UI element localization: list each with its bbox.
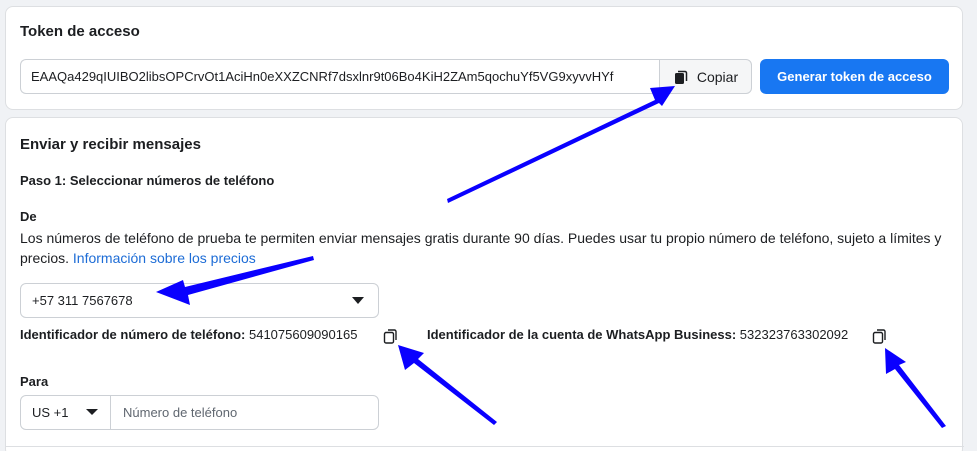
phone-id-value: 541075609090165 (248, 327, 358, 342)
copy-icon (674, 70, 688, 84)
section-divider (6, 446, 964, 447)
phone-id-label: Identificador de número de teléfono: (20, 327, 246, 342)
to-phone-input[interactable] (112, 396, 378, 429)
whatsapp-business-account-id: Identificador de la cuenta de WhatsApp B… (427, 327, 848, 342)
chevron-down-icon (352, 297, 364, 304)
to-phone-group: US +1 (20, 395, 379, 430)
copy-icon[interactable] (872, 328, 888, 344)
from-number-value: +57 311 7567678 (32, 293, 133, 308)
country-code-value: US +1 (32, 405, 69, 420)
send-receive-card: Enviar y recibir mensajes Paso 1: Selecc… (5, 117, 964, 451)
waba-id-value: 532323763302092 (739, 327, 849, 342)
generate-token-button[interactable]: Generar token de acceso (760, 59, 949, 94)
waba-id-label: Identificador de la cuenta de WhatsApp B… (427, 327, 737, 342)
access-token-card: Token de acceso EAAQa429qIUIBO2libsOPCrv… (5, 6, 963, 110)
step1-heading: Paso 1: Seleccionar números de teléfono (20, 173, 275, 188)
from-number-select[interactable]: +57 311 7567678 (20, 283, 379, 318)
send-receive-title: Enviar y recibir mensajes (20, 136, 201, 153)
access-token-title: Token de acceso (20, 23, 140, 40)
copy-token-button[interactable]: Copiar (659, 59, 752, 94)
access-token-field[interactable]: EAAQa429qIUIBO2libsOPCrvOt1AciHn0eXXZCNR… (20, 59, 660, 94)
pricing-link[interactable]: Información sobre los precios (73, 250, 256, 266)
from-label: De (20, 209, 37, 224)
chevron-down-icon (86, 409, 98, 415)
country-code-select[interactable]: US +1 (21, 396, 111, 429)
from-description: Los números de teléfono de prueba te per… (20, 228, 950, 268)
phone-number-id: Identificador de número de teléfono: 541… (20, 327, 357, 342)
to-label: Para (20, 374, 49, 389)
copy-button-label: Copiar (696, 68, 739, 85)
copy-icon[interactable] (383, 328, 399, 344)
